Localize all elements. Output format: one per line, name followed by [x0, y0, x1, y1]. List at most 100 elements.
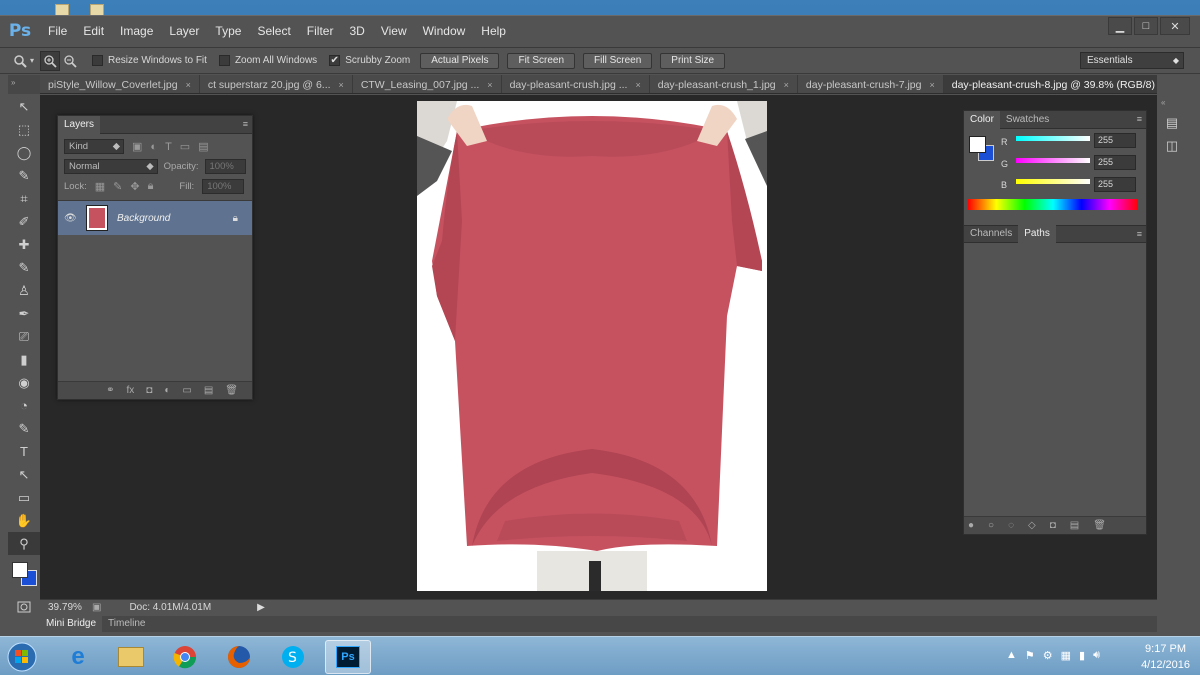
type-tool-icon[interactable]: T — [8, 440, 40, 463]
filter-shape-icon[interactable]: ▭ — [180, 140, 190, 153]
document-tab[interactable]: day-pleasant-crush.jpg ... × — [501, 75, 650, 93]
tab-swatches[interactable]: Swatches — [1000, 111, 1055, 129]
menu-3d[interactable]: 3D — [341, 16, 372, 46]
new-layer-icon[interactable]: ▤ — [204, 385, 213, 396]
signal-icon[interactable]: ▮ — [1079, 649, 1085, 662]
close-tab-icon[interactable]: × — [186, 80, 191, 90]
green-input[interactable]: 255 — [1094, 155, 1136, 170]
menu-window[interactable]: Window — [415, 16, 474, 46]
tray-expand-icon[interactable]: ▲ — [1006, 649, 1017, 662]
volume-icon[interactable]: 🔊︎ — [1093, 649, 1100, 662]
tab-layers[interactable]: Layers — [58, 115, 101, 134]
menu-help[interactable]: Help — [473, 16, 514, 46]
blur-tool-icon[interactable]: ◉ — [8, 371, 40, 394]
close-tab-icon[interactable]: × — [929, 80, 934, 90]
hand-tool-icon[interactable]: ✋ — [8, 509, 40, 532]
lock-position-icon[interactable]: ✥ — [130, 180, 139, 193]
eyedropper-tool-icon[interactable]: ✐ — [8, 210, 40, 233]
start-button[interactable] — [2, 640, 42, 674]
crop-tool-icon[interactable]: ⌗ — [8, 187, 40, 210]
zoom-in-icon[interactable] — [40, 50, 61, 71]
panel-menu-icon[interactable]: ≡ — [243, 119, 248, 129]
document-tab[interactable]: day-pleasant-crush-7.jpg × — [797, 75, 944, 93]
dodge-tool-icon[interactable]: ◔ — [8, 394, 40, 417]
tab-channels[interactable]: Channels — [964, 225, 1018, 243]
history-panel-icon[interactable]: ▤ — [1157, 111, 1187, 134]
foreground-color-swatch[interactable] — [12, 562, 28, 578]
tab-paths[interactable]: Paths — [1018, 225, 1056, 243]
fit-screen-button[interactable]: Fit Screen — [507, 52, 576, 69]
tab-mini-bridge[interactable]: Mini Bridge — [40, 616, 103, 632]
zoom-all-windows-checkbox[interactable]: Zoom All Windows — [218, 55, 317, 66]
fill-input[interactable]: 100% — [202, 179, 245, 194]
tab-timeline[interactable]: Timeline — [102, 616, 151, 632]
fill-screen-button[interactable]: Fill Screen — [583, 52, 653, 69]
foreground-color-swatch[interactable] — [969, 136, 986, 153]
new-path-icon[interactable]: ▤ — [1070, 520, 1079, 531]
layer-row[interactable]: 👁︎ Background 🔒︎ — [58, 201, 252, 235]
eraser-tool-icon[interactable]: ⎚ — [8, 325, 40, 348]
close-tab-icon[interactable]: × — [487, 80, 492, 90]
zoom-tool-icon[interactable]: ⚲ — [8, 532, 40, 555]
filter-type-icon[interactable]: T — [165, 141, 172, 153]
zoom-tool-preset-icon[interactable] — [10, 51, 30, 71]
menu-layer[interactable]: Layer — [161, 16, 207, 46]
close-tab-icon[interactable]: × — [784, 80, 789, 90]
maximize-button[interactable]: □ — [1134, 17, 1158, 35]
actual-pixels-button[interactable]: Actual Pixels — [420, 52, 500, 69]
clone-stamp-tool-icon[interactable]: ♙ — [8, 279, 40, 302]
marquee-tool-icon[interactable]: ⬚ — [8, 118, 40, 141]
rectangle-tool-icon[interactable]: ▭ — [8, 486, 40, 509]
fill-path-icon[interactable]: ● — [968, 520, 974, 531]
filter-smart-icon[interactable]: ▤ — [198, 140, 208, 153]
path-to-selection-icon[interactable]: ◌ — [1008, 520, 1014, 531]
filter-adjust-icon[interactable]: ◐ — [150, 141, 157, 153]
firefox-icon[interactable] — [216, 640, 262, 674]
link-layers-icon[interactable]: ⚭ — [106, 385, 114, 396]
blend-mode-select[interactable]: Normal ◆ — [64, 159, 158, 174]
photoshop-taskbar-icon[interactable]: Ps — [325, 640, 371, 674]
blue-slider[interactable] — [1016, 179, 1090, 184]
clock[interactable]: 9:17 PM 4/12/2016 — [1141, 641, 1190, 673]
stroke-path-icon[interactable]: ○ — [988, 520, 994, 531]
delete-layer-icon[interactable]: 🗑 — [225, 385, 238, 396]
print-size-button[interactable]: Print Size — [660, 52, 726, 69]
skype-icon[interactable]: S — [270, 640, 316, 674]
resize-windows-checkbox[interactable]: Resize Windows to Fit — [92, 55, 207, 66]
red-input[interactable]: 255 — [1094, 133, 1136, 148]
close-tab-icon[interactable]: × — [635, 80, 640, 90]
brush-tool-icon[interactable]: ✎ — [8, 256, 40, 279]
blue-input[interactable]: 255 — [1094, 177, 1136, 192]
healing-brush-tool-icon[interactable]: ✚ — [8, 233, 40, 256]
gradient-tool-icon[interactable]: ▮ — [8, 348, 40, 371]
minimize-button[interactable]: ▁ — [1108, 17, 1132, 35]
panel-menu-icon[interactable]: ≡ — [1137, 114, 1142, 124]
scrubby-zoom-checkbox[interactable]: ✔ Scrubby Zoom — [329, 55, 410, 66]
workspace-select[interactable]: Essentials ◆ — [1080, 52, 1184, 69]
status-menu-icon[interactable]: ▣ — [92, 602, 101, 613]
document-canvas[interactable] — [417, 101, 767, 591]
document-tab[interactable]: CTW_Leasing_007.jpg ... × — [352, 75, 502, 93]
panel-menu-icon[interactable]: ≡ — [1137, 229, 1142, 239]
internet-explorer-icon[interactable]: e — [55, 640, 101, 674]
chrome-icon[interactable] — [162, 640, 208, 674]
add-mask-icon[interactable]: ◘ — [1050, 520, 1056, 531]
visibility-eye-icon[interactable]: 👁︎ — [64, 213, 80, 224]
pen-tool-icon[interactable]: ✎ — [8, 417, 40, 440]
document-tab-active[interactable]: day-pleasant-crush-8.jpg @ 39.8% (RGB/8) — [943, 75, 1157, 93]
toolbar-collapse-icon[interactable]: » — [8, 75, 40, 94]
quick-mask-icon[interactable] — [8, 595, 40, 618]
color-spectrum[interactable] — [968, 199, 1138, 210]
path-select-tool-icon[interactable]: ↖ — [8, 463, 40, 486]
layer-style-icon[interactable]: fx — [127, 385, 135, 396]
document-tab[interactable]: ct superstarz 20.jpg @ 6... × — [199, 75, 353, 93]
close-button[interactable]: ✕ — [1160, 17, 1190, 35]
move-tool-icon[interactable]: ↖ — [8, 95, 40, 118]
menu-type[interactable]: Type — [207, 16, 249, 46]
bluetooth-icon[interactable]: ▦ — [1061, 649, 1071, 662]
lock-transparency-icon[interactable]: ▦ — [95, 180, 105, 193]
color-swatches[interactable] — [8, 555, 40, 595]
selection-to-path-icon[interactable]: ◇ — [1028, 520, 1036, 531]
dock-collapse-icon[interactable]: « — [1157, 95, 1187, 111]
menu-file[interactable]: File — [40, 16, 75, 46]
